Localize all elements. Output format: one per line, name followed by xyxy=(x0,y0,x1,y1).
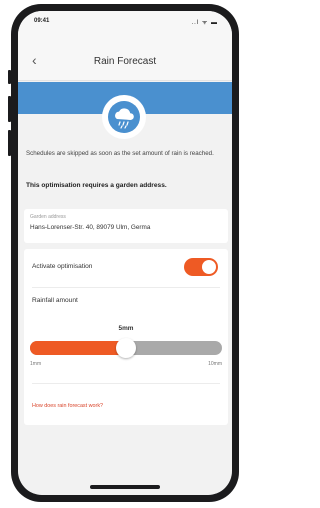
slider-max-label: 10mm xyxy=(208,361,222,367)
rainfall-slider[interactable] xyxy=(30,338,222,358)
optimisation-toggle[interactable] xyxy=(184,258,218,276)
status-time: 09:41 xyxy=(34,18,50,24)
nav-bar: ‹ Rain Forecast xyxy=(18,35,232,81)
rainfall-amount-label: Rainfall amount xyxy=(32,297,78,304)
slider-fill xyxy=(30,341,126,355)
home-indicator xyxy=(90,485,160,489)
app-screen: 09:41 ..l ᯤ ▬ ‹ Rain Forecast Schedules … xyxy=(18,11,232,495)
divider xyxy=(32,383,220,384)
toggle-knob xyxy=(202,260,216,274)
status-bar: 09:41 ..l ᯤ ▬ xyxy=(18,11,232,35)
phone-volume-up xyxy=(8,96,11,122)
description-text: Schedules are skipped as soon as the set… xyxy=(26,150,214,157)
activate-optimisation-label: Activate optimisation xyxy=(32,263,93,270)
rain-cloud-icon xyxy=(102,95,146,139)
slider-min-label: 1mm xyxy=(30,361,42,367)
rainfall-value: 5mm xyxy=(118,325,134,332)
optimisation-card: Activate optimisation Rainfall amount 5m… xyxy=(24,249,228,425)
slider-thumb[interactable] xyxy=(116,338,136,358)
address-card[interactable]: Garden address Hans-Lorenser-Str. 40, 89… xyxy=(24,209,228,243)
help-link[interactable]: How does rain forecast work? xyxy=(32,403,103,409)
status-icons: ..l ᯤ ▬ xyxy=(191,20,218,26)
phone-mute-switch xyxy=(8,70,11,84)
page-title: Rain Forecast xyxy=(93,56,157,67)
address-value: Hans-Lorenser-Str. 40, 89079 Ulm, Germa xyxy=(30,224,151,231)
divider xyxy=(32,287,220,288)
address-label: Garden address xyxy=(30,214,66,220)
address-required-notice: This optimisation requires a garden addr… xyxy=(26,182,167,189)
phone-volume-down xyxy=(8,130,11,156)
